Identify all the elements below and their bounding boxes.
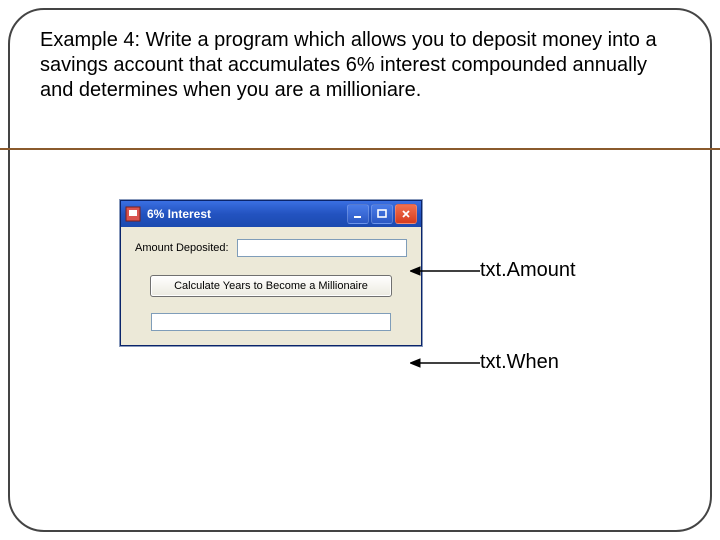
problem-statement: Example 4: Write a program which allows … xyxy=(40,28,680,103)
minimize-button[interactable] xyxy=(347,204,369,224)
divider xyxy=(0,148,720,150)
calculate-button[interactable]: Calculate Years to Become a Millionaire xyxy=(150,275,392,297)
arrow-to-amount xyxy=(410,266,480,276)
titlebar[interactable]: 6% Interest xyxy=(121,201,421,227)
amount-label: Amount Deposited: xyxy=(135,242,229,254)
arrow-to-when xyxy=(410,358,480,368)
amount-input[interactable] xyxy=(237,239,407,257)
annotation-amount: txt.Amount xyxy=(480,259,576,282)
maximize-button[interactable] xyxy=(371,204,393,224)
window-title: 6% Interest xyxy=(147,207,347,221)
annotation-when: txt.When xyxy=(480,351,559,374)
app-icon xyxy=(125,206,141,222)
example-window: 6% Interest Amount Deposited: Calculate … xyxy=(120,200,422,346)
close-button[interactable] xyxy=(395,204,417,224)
result-output[interactable] xyxy=(151,313,391,331)
